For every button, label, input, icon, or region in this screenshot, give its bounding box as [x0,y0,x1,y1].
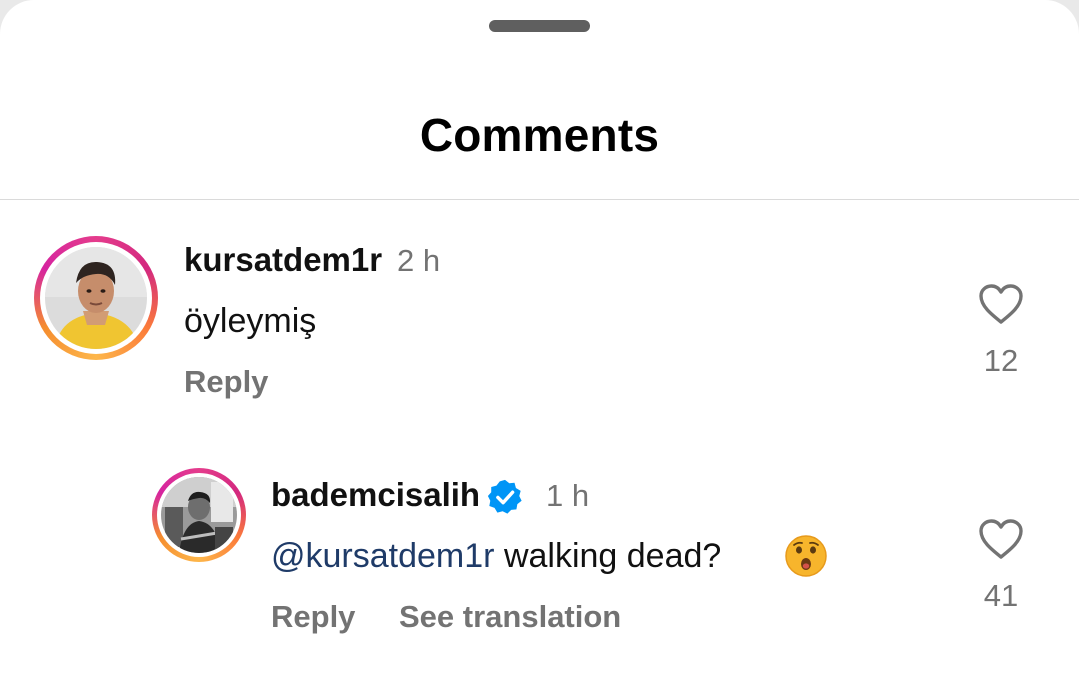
astonished-face-icon [785,535,827,577]
heart-icon[interactable] [977,517,1025,561]
avatar-photo [161,477,237,553]
avatar[interactable] [161,477,237,553]
avatar[interactable] [45,247,147,349]
see-translation-button[interactable]: See translation [399,599,621,635]
comment-text: öyleymiş [184,302,317,340]
comment-body: walking dead? [503,537,722,575]
reply-button[interactable]: Reply [184,364,268,400]
comment-time: 1 h [546,478,590,513]
header-divider [0,199,1079,200]
reply-button[interactable]: Reply [271,599,355,635]
comment-time: 2 h [397,243,441,278]
drag-handle[interactable] [489,20,590,32]
comment-username[interactable]: kursatdem1r [184,241,382,279]
heart-icon[interactable] [977,282,1025,326]
like-count: 41 [983,578,1019,613]
comment-username[interactable]: bademcisalih [271,476,480,514]
comments-sheet: Comments kursatdem1r 2 h öyleymiş Reply [0,0,1079,680]
verified-badge-icon [487,479,522,514]
comment-text: @kursatdem1r walking dead? [271,537,721,576]
avatar-photo [45,247,147,349]
mention-link[interactable]: @kursatdem1r [271,537,494,575]
like-count: 12 [983,343,1019,378]
page-title: Comments [419,109,660,161]
